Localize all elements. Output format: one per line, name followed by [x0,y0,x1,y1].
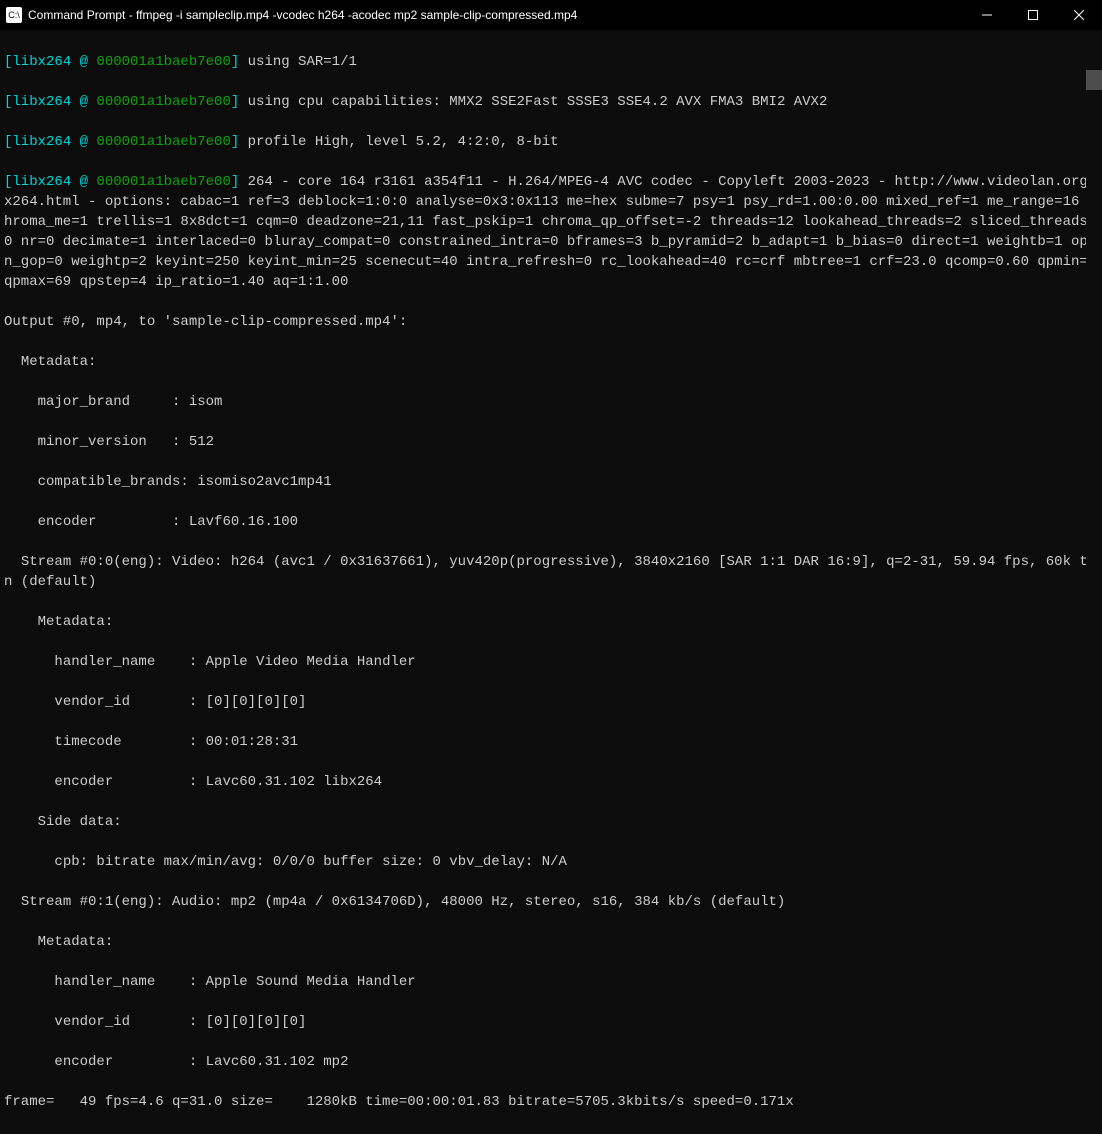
log-line: Metadata: [4,612,1098,632]
log-line: vendor_id : [0][0][0][0] [4,1012,1098,1032]
log-line: encoder : Lavf60.16.100 [4,512,1098,532]
scrollbar[interactable] [1086,30,1102,638]
titlebar[interactable]: C:\ Command Prompt - ffmpeg -i samplecli… [0,0,1102,30]
terminal-output[interactable]: [libx264 @ 000001a1baeb7e00] using SAR=1… [0,30,1102,1134]
log-line: Metadata: [4,932,1098,952]
log-line: compatible_brands: isomiso2avc1mp41 [4,472,1098,492]
log-line: Stream #0:1(eng): Audio: mp2 (mp4a / 0x6… [4,892,1098,912]
log-line: [libx264 @ 000001a1baeb7e00] profile Hig… [4,132,1098,152]
cmd-icon: C:\ [6,7,22,23]
log-line: handler_name : Apple Sound Media Handler [4,972,1098,992]
log-line: Output #0, mp4, to 'sample-clip-compress… [4,312,1098,332]
minimize-button[interactable] [964,0,1010,30]
log-line: Metadata: [4,352,1098,372]
log-line: cpb: bitrate max/min/avg: 0/0/0 buffer s… [4,852,1098,872]
log-line: major_brand : isom [4,392,1098,412]
log-line: [libx264 @ 000001a1baeb7e00] 264 - core … [4,172,1098,292]
log-line: handler_name : Apple Video Media Handler [4,652,1098,672]
log-line: encoder : Lavc60.31.102 libx264 [4,772,1098,792]
close-button[interactable] [1056,0,1102,30]
log-line: Stream #0:0(eng): Video: h264 (avc1 / 0x… [4,552,1098,592]
maximize-button[interactable] [1010,0,1056,30]
log-line: [libx264 @ 000001a1baeb7e00] using SAR=1… [4,52,1098,72]
progress-line: frame= 49 fps=4.6 q=31.0 size= 1280kB ti… [4,1092,1098,1112]
scrollbar-thumb[interactable] [1086,70,1102,90]
log-line: Side data: [4,812,1098,832]
log-line: vendor_id : [0][0][0][0] [4,692,1098,712]
window-title: Command Prompt - ffmpeg -i sampleclip.mp… [28,8,964,22]
window-controls [964,0,1102,30]
log-line: [libx264 @ 000001a1baeb7e00] using cpu c… [4,92,1098,112]
log-line: timecode : 00:01:28:31 [4,732,1098,752]
log-line: minor_version : 512 [4,432,1098,452]
log-line: encoder : Lavc60.31.102 mp2 [4,1052,1098,1072]
